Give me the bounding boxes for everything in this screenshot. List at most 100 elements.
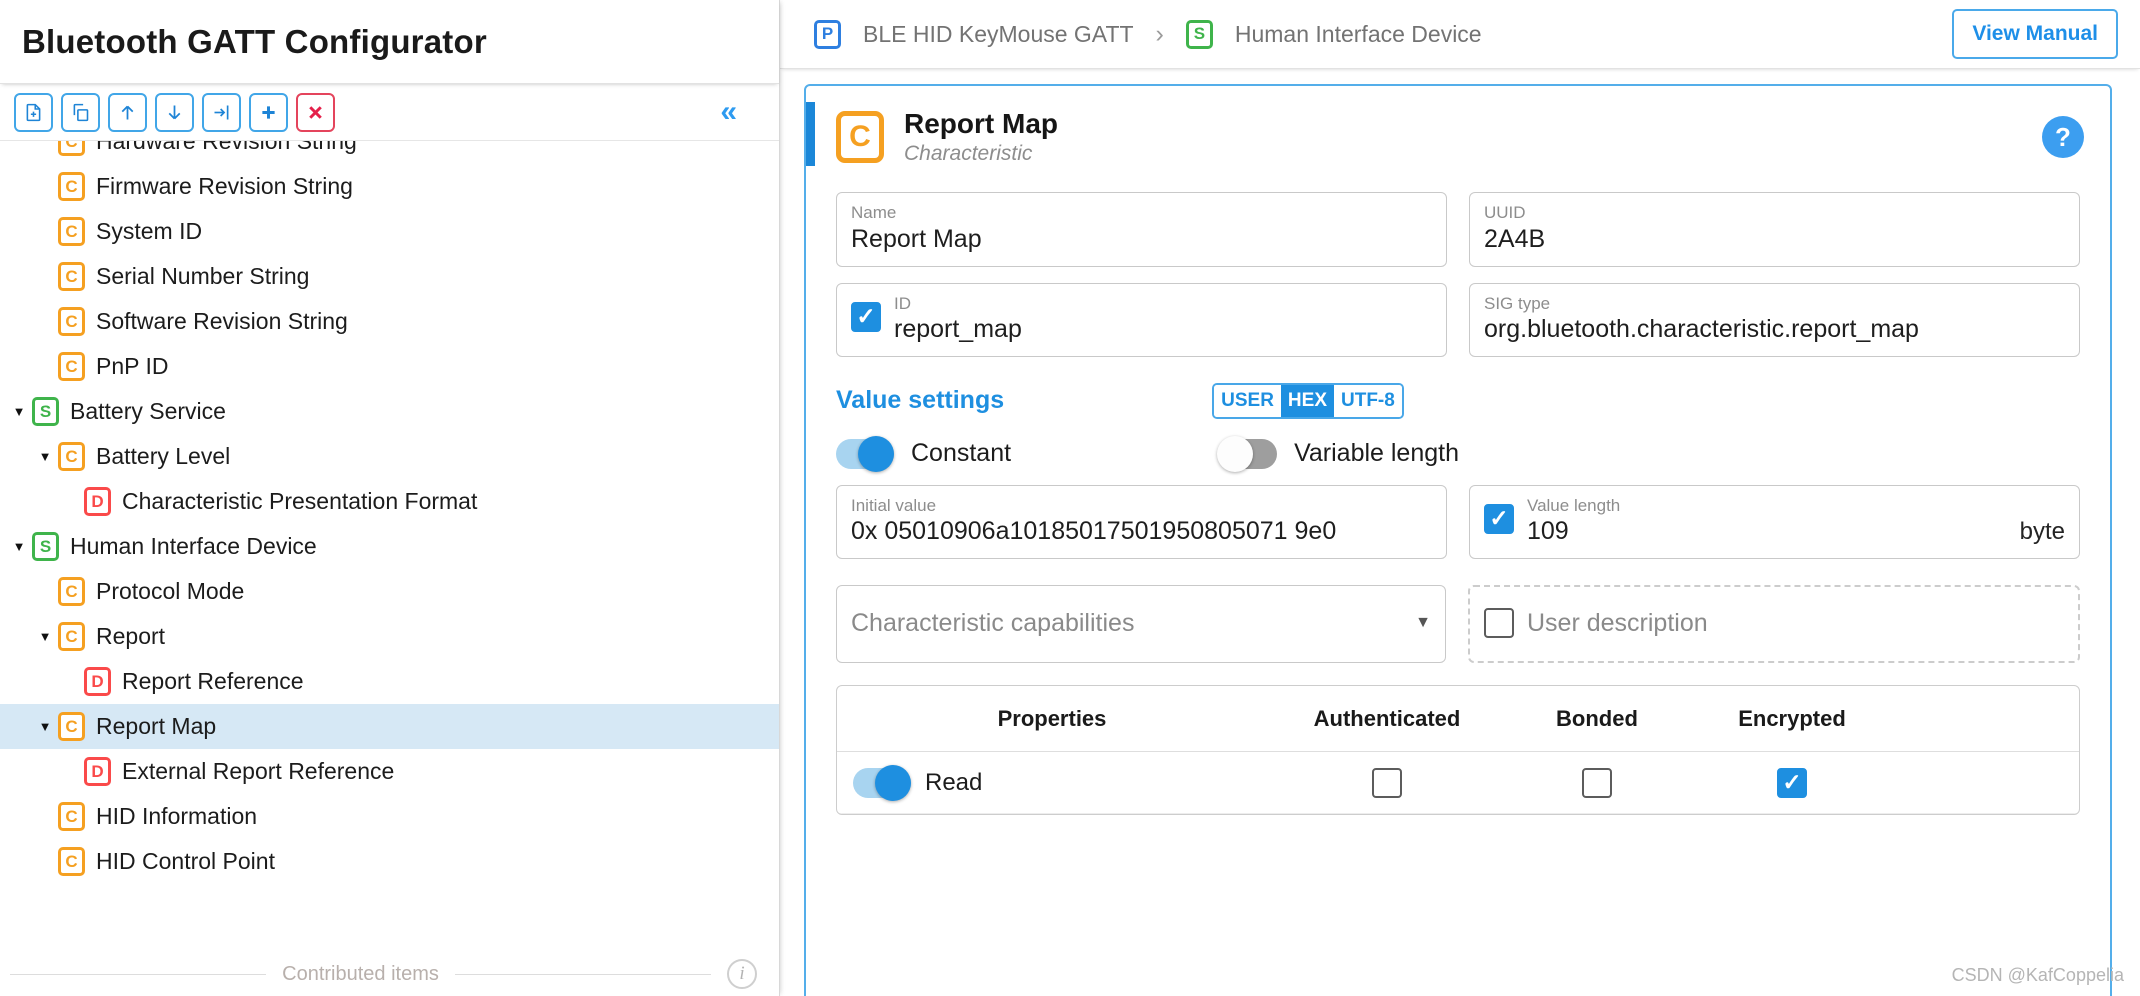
initial-value-field[interactable]: Initial value 0x 05010906a10185017501950…	[836, 484, 1447, 560]
column-header-authenticated: Authenticated	[1313, 705, 1461, 731]
duplicate-button[interactable]	[61, 92, 100, 132]
sig-type-field: SIG type org.bluetooth.characteristic.re…	[1469, 282, 2080, 357]
capabilities-row: Characteristic capabilities ▼ User descr…	[806, 585, 2110, 664]
properties-table-body: Read	[837, 752, 2079, 815]
card-header: C Report Map Characteristic ?	[806, 86, 2110, 176]
new-item-button[interactable]	[14, 92, 53, 132]
constant-label: Constant	[911, 439, 1012, 468]
tree-item-report-reference[interactable]: ▼DReport Reference	[0, 659, 779, 704]
chevron-down-icon[interactable]: ▼	[32, 719, 58, 734]
tree-item-report-map[interactable]: ▼ C Report Map	[0, 704, 779, 749]
tree-item-hid-control-point[interactable]: ▼CHID Control Point	[0, 839, 779, 884]
delete-button[interactable]	[296, 92, 335, 132]
bonded-checkbox[interactable]	[1582, 767, 1612, 798]
characteristic-badge-icon: C	[58, 172, 85, 201]
tree-item-label: Report Reference	[122, 668, 304, 694]
value-length-checkbox[interactable]	[1484, 503, 1514, 534]
divider-left	[10, 973, 267, 975]
service-badge-icon: S	[32, 532, 59, 561]
tree-item-human-interface-device[interactable]: ▼ S Human Interface Device	[0, 524, 779, 569]
characteristic-badge-icon: C	[58, 577, 85, 606]
tree-item-firmware-revision-string[interactable]: ▼CFirmware Revision String	[0, 164, 779, 209]
tree-item-hid-information[interactable]: ▼CHID Information	[0, 794, 779, 839]
capabilities-placeholder: Characteristic capabilities	[851, 608, 1135, 637]
authenticated-checkbox[interactable]	[1372, 767, 1402, 798]
name-field[interactable]: Name Report Map	[836, 192, 1447, 267]
value-length-unit: byte	[2019, 518, 2065, 546]
import-button[interactable]	[202, 92, 241, 132]
tree-item-external-report-reference[interactable]: ▼DExternal Report Reference	[0, 749, 779, 794]
value-length-field[interactable]: Value length 109 byte	[1469, 484, 2080, 560]
tree-item-battery-service[interactable]: ▼ S Battery Service	[0, 389, 779, 434]
initial-value-input[interactable]: 0x 05010906a10185017501950805071 9e0	[851, 517, 1432, 546]
gatt-tree: ▼CHardware Revision String▼CFirmware Rev…	[0, 141, 779, 884]
profile-badge-icon: P	[814, 19, 841, 49]
breadcrumb-item-profile[interactable]: P BLE HID KeyMouse GATT	[814, 19, 1134, 49]
encrypted-checkbox[interactable]	[1777, 767, 1807, 798]
collapse-panel-button[interactable]: «	[720, 97, 737, 127]
info-icon[interactable]: i	[727, 959, 757, 989]
tree-item-pnp-id[interactable]: ▼CPnP ID	[0, 344, 779, 389]
tree-item-label: External Report Reference	[122, 758, 395, 784]
card-heading-group: Report Map Characteristic	[904, 108, 1058, 166]
move-up-button[interactable]	[108, 92, 147, 132]
tree-scroll-area[interactable]: ▼CHardware Revision String▼CFirmware Rev…	[0, 141, 779, 952]
help-icon[interactable]: ?	[2042, 116, 2084, 159]
tree-item-label: Protocol Mode	[96, 578, 245, 604]
tree-item-hardware-revision-string[interactable]: ▼CHardware Revision String	[0, 141, 779, 164]
characteristic-capabilities-select[interactable]: Characteristic capabilities ▼	[836, 585, 1446, 664]
format-option-utf8[interactable]: UTF-8	[1334, 384, 1402, 417]
variable-length-toggle-item: Variable length	[1217, 435, 1459, 472]
app-title-bar: Bluetooth GATT Configurator	[0, 0, 779, 84]
user-description-box[interactable]: User description	[1468, 585, 2080, 664]
page-title: Report Map	[904, 108, 1058, 139]
constant-toggle[interactable]	[836, 435, 894, 472]
import-icon	[214, 105, 229, 119]
chevron-down-icon[interactable]: ▼	[32, 629, 58, 644]
uuid-input[interactable]: 2A4B	[1484, 225, 2065, 254]
detail-panel: P BLE HID KeyMouse GATT › S Human Interf…	[780, 0, 2140, 996]
tree-toolbar: «	[0, 84, 779, 141]
view-manual-button[interactable]: View Manual	[1952, 9, 2118, 59]
tree-item-protocol-mode[interactable]: ▼CProtocol Mode	[0, 569, 779, 614]
value-length-input[interactable]: 109	[1527, 517, 2008, 546]
breadcrumb-item-service[interactable]: S Human Interface Device	[1185, 19, 1482, 49]
id-checkbox[interactable]	[851, 301, 881, 332]
uuid-field[interactable]: UUID 2A4B	[1469, 192, 2080, 267]
variable-length-toggle[interactable]	[1217, 435, 1278, 472]
uuid-field-label: UUID	[1484, 203, 1526, 223]
chevron-down-icon[interactable]: ▼	[6, 404, 32, 419]
property-name: Read	[925, 768, 983, 796]
name-field-label: Name	[851, 203, 897, 223]
add-button[interactable]	[249, 92, 288, 132]
initial-value-label: Initial value	[851, 495, 937, 515]
tree-item-software-revision-string[interactable]: ▼CSoftware Revision String	[0, 299, 779, 344]
format-option-hex[interactable]: HEX	[1280, 384, 1334, 417]
detail-scroll-area[interactable]: C Report Map Characteristic ? Name Repor…	[780, 69, 2140, 996]
characteristic-badge-icon: C	[58, 307, 85, 336]
tree-item-label: System ID	[96, 218, 203, 244]
move-down-button[interactable]	[155, 92, 194, 132]
tree-item-report[interactable]: ▼ C Report	[0, 614, 779, 659]
name-input[interactable]: Report Map	[851, 225, 1432, 254]
chevron-down-icon[interactable]: ▼	[32, 449, 58, 464]
id-field[interactable]: ID report_map	[836, 282, 1447, 357]
arrow-down-icon	[168, 105, 181, 119]
id-input[interactable]: report_map	[894, 315, 1432, 344]
breadcrumb-profile-label: BLE HID KeyMouse GATT	[863, 20, 1134, 47]
tree-item-battery-level[interactable]: ▼ C Battery Level	[0, 434, 779, 479]
characteristic-badge-icon: C	[58, 712, 85, 741]
tree-item-serial-number-string[interactable]: ▼CSerial Number String	[0, 254, 779, 299]
tree-item-characteristic-presentation-format[interactable]: ▼DCharacteristic Presentation Format	[0, 479, 779, 524]
plus-icon	[262, 105, 275, 119]
id-field-label: ID	[894, 293, 911, 313]
tree-item-system-id[interactable]: ▼CSystem ID	[0, 209, 779, 254]
property-toggle[interactable]	[853, 764, 911, 801]
sig-type-value: org.bluetooth.characteristic.report_map	[1484, 314, 1919, 343]
table-row: Read	[837, 752, 2079, 815]
format-option-user[interactable]: USER	[1214, 384, 1281, 417]
user-description-checkbox[interactable]	[1484, 608, 1514, 639]
chevron-down-icon[interactable]: ▼	[6, 539, 32, 554]
variable-length-label: Variable length	[1294, 439, 1459, 468]
divider-right	[454, 973, 711, 975]
